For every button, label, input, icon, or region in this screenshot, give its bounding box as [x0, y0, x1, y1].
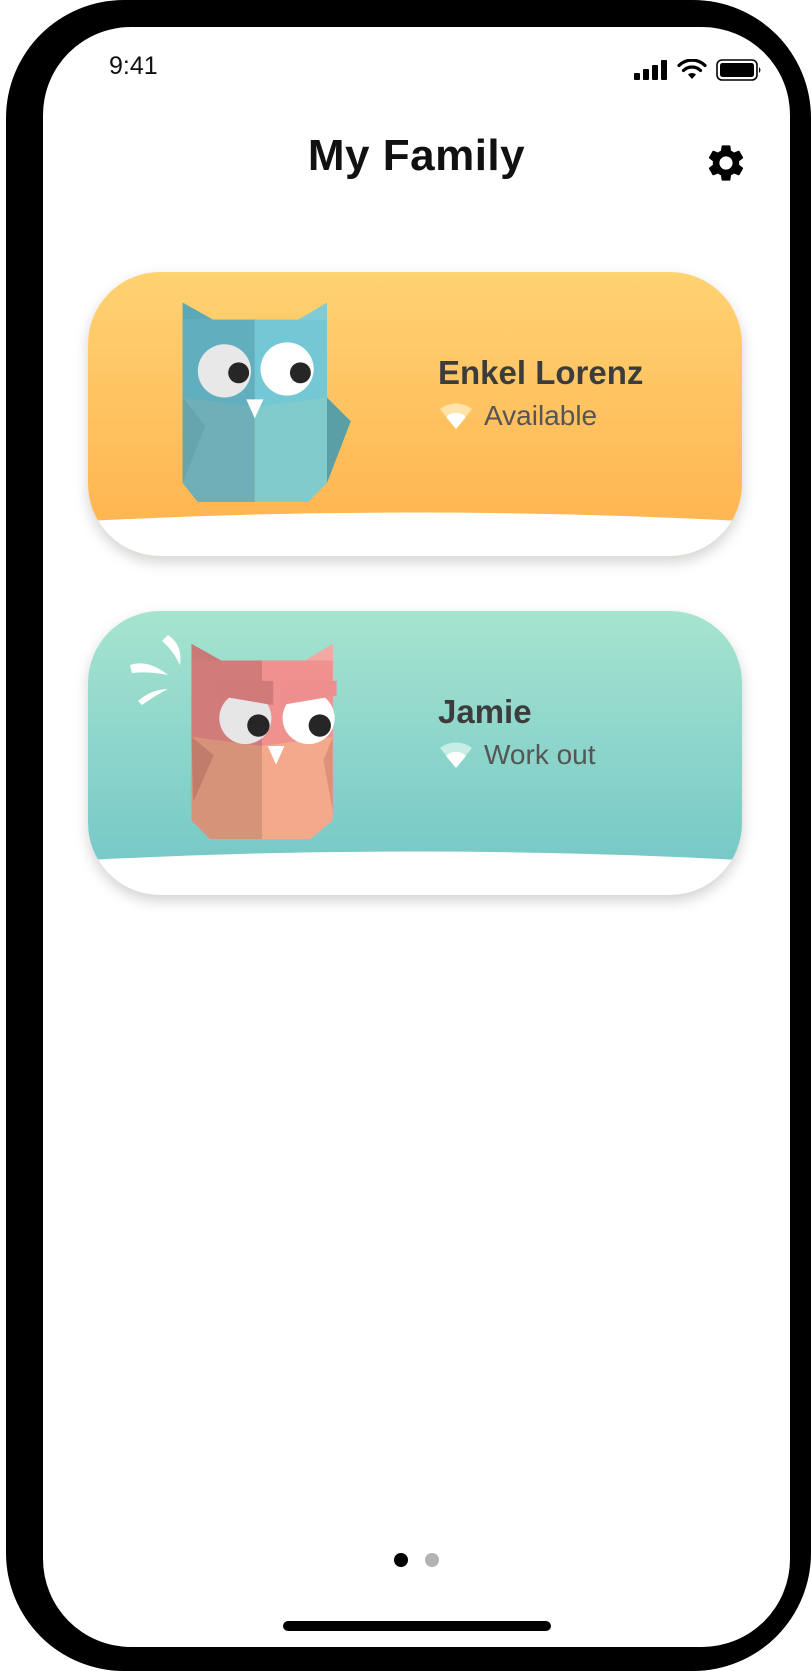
page-dot-1[interactable] — [394, 1553, 408, 1567]
teal-owl-avatar — [182, 302, 351, 502]
page-indicator — [43, 1553, 790, 1567]
member-status: Available — [438, 400, 597, 432]
wifi-signal-icon — [440, 403, 472, 429]
member-status-label: Work out — [484, 739, 596, 770]
cellular-signal-icon — [634, 60, 667, 80]
phone-frame: 9:41 My Family Enkel Lorenz Available Ja… — [6, 0, 811, 1671]
wifi-icon — [677, 59, 707, 79]
member-name: Enkel Lorenz — [438, 354, 644, 391]
status-icons — [634, 59, 762, 81]
home-indicator[interactable] — [283, 1621, 551, 1631]
battery-icon — [716, 59, 761, 81]
page-dot-2[interactable] — [425, 1553, 439, 1567]
member-status: Work out — [438, 739, 596, 771]
member-card-jamie[interactable]: Jamie Work out — [88, 611, 742, 895]
member-name: Jamie — [438, 693, 532, 730]
gear-icon[interactable] — [704, 141, 748, 185]
pink-owl-avatar — [191, 643, 337, 839]
page-title: My Family — [307, 131, 526, 180]
sweat-drops-icon — [130, 635, 181, 705]
status-bar: 9:41 — [43, 27, 790, 117]
status-time: 9:41 — [109, 52, 158, 80]
app-screen: 9:41 My Family Enkel Lorenz Available Ja… — [43, 27, 790, 1647]
member-status-label: Available — [484, 400, 598, 431]
member-card-enkel-lorenz[interactable]: Enkel Lorenz Available — [88, 272, 742, 556]
wifi-signal-icon — [440, 742, 472, 768]
